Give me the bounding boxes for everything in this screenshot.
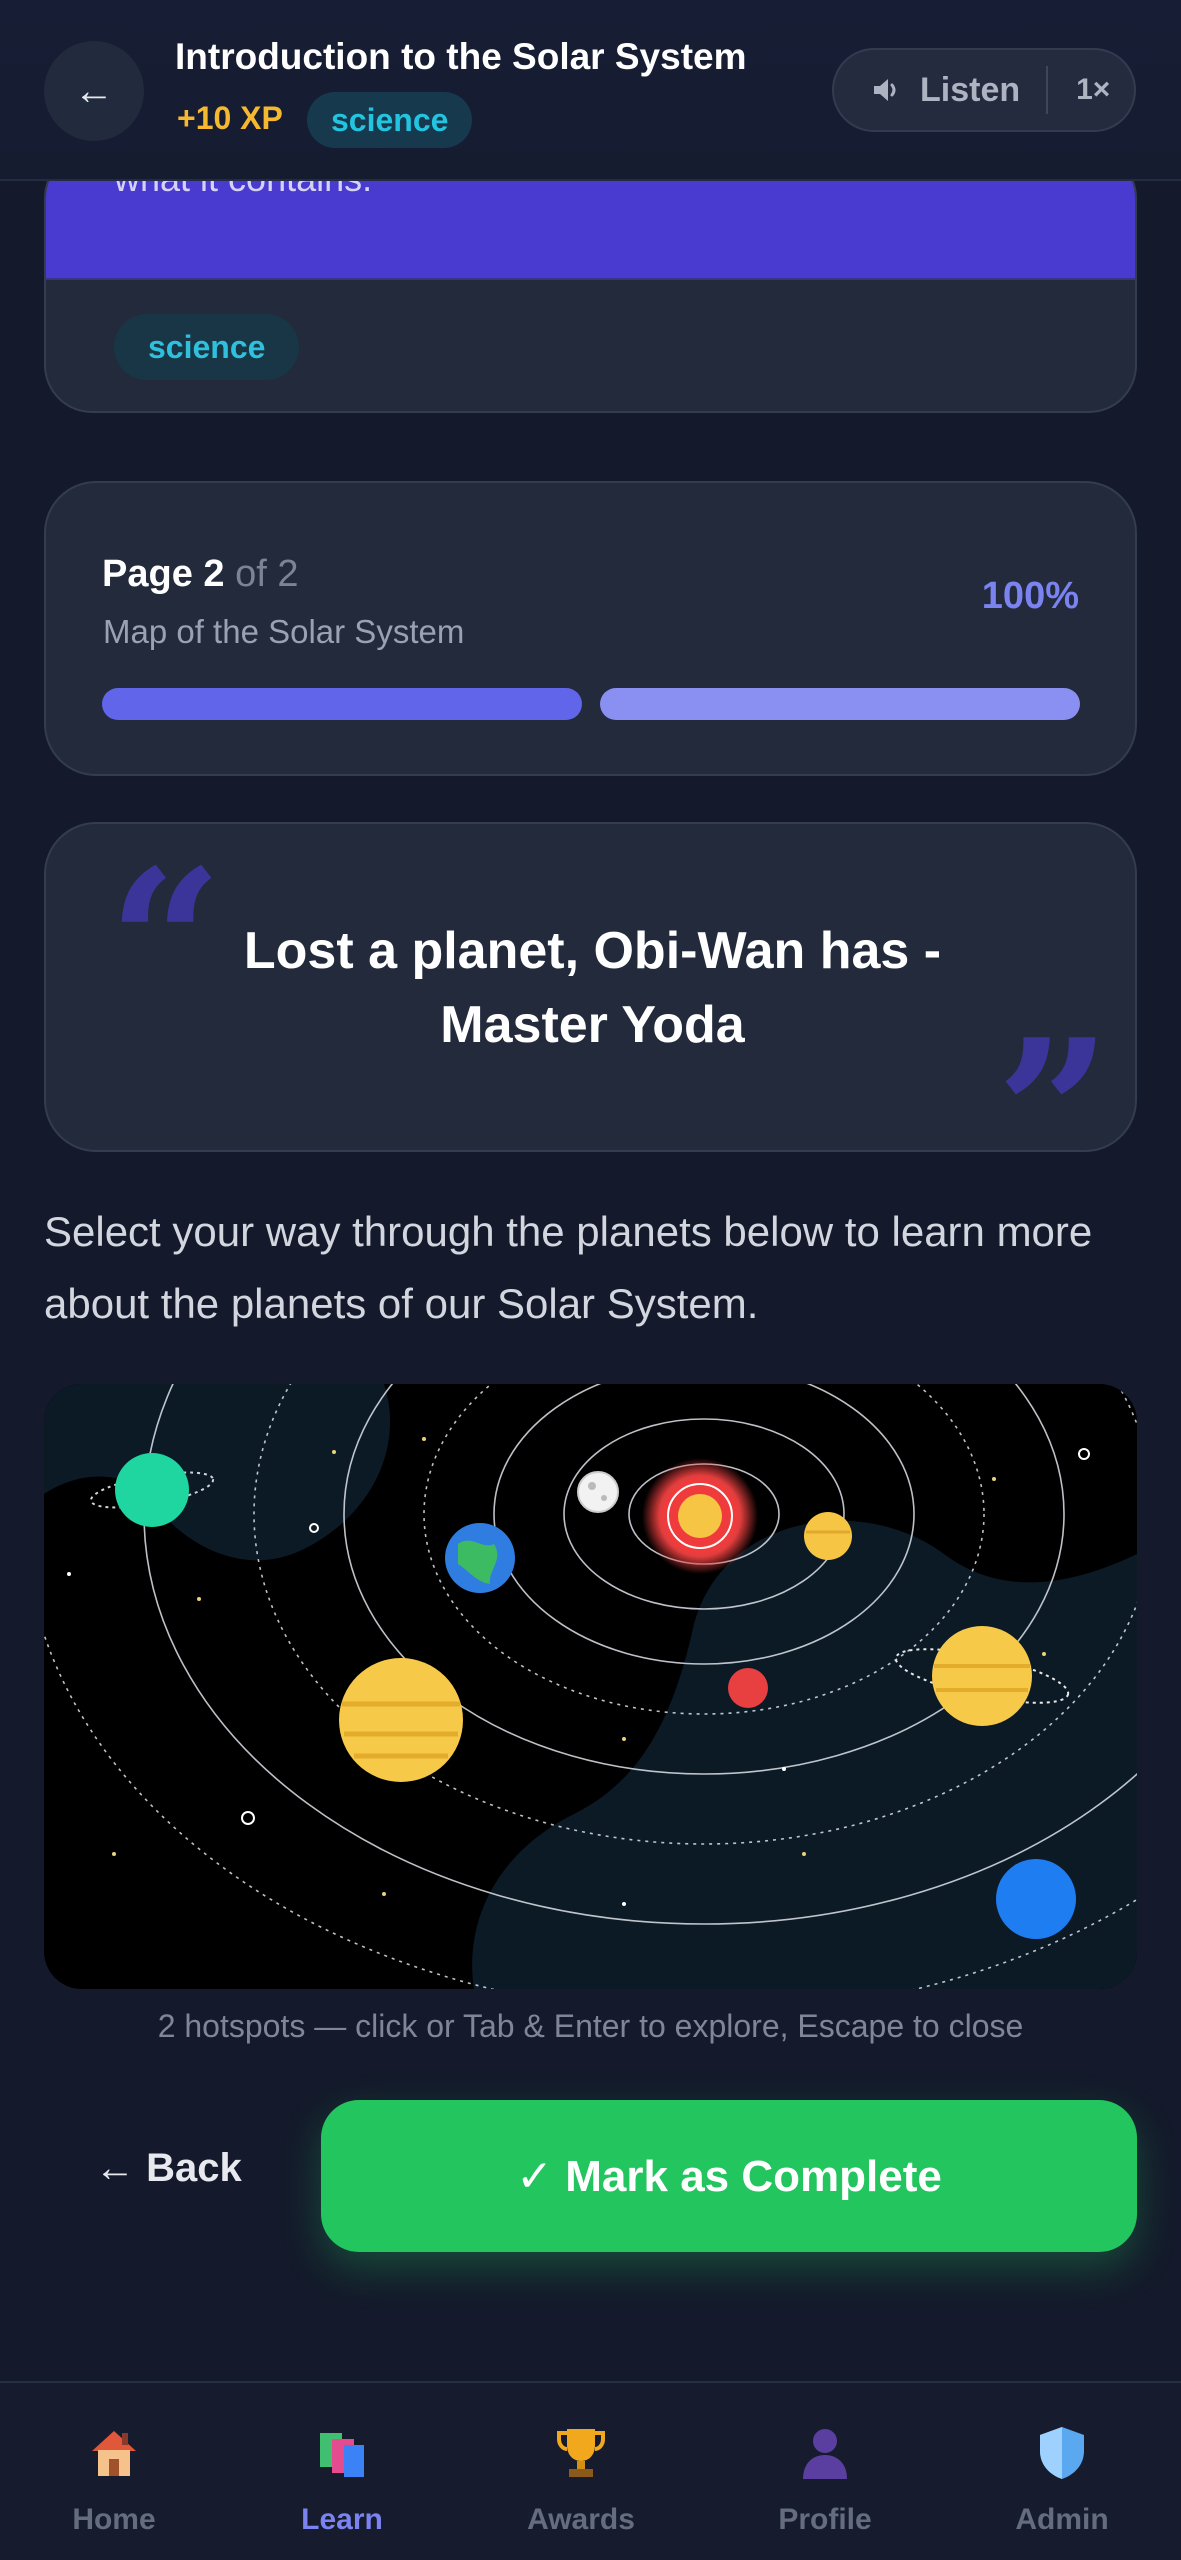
progress-percent: 100%	[981, 575, 1079, 617]
solar-system-illustration	[44, 1384, 1137, 1989]
solar-system-map[interactable]	[44, 1384, 1137, 1989]
speaker-icon	[874, 79, 896, 101]
shield-icon	[1040, 2427, 1084, 2479]
planet-mercury[interactable]	[577, 1471, 619, 1513]
back-arrow-button[interactable]: ←	[44, 41, 144, 141]
planet-saturn[interactable]	[932, 1626, 1032, 1726]
page-subtitle: Map of the Solar System	[103, 613, 465, 650]
planet-jupiter[interactable]	[339, 1658, 463, 1782]
intro-paragraph: Select your way through the planets belo…	[44, 1208, 1093, 1327]
app-header: ← Introduction to the Solar System +10 X…	[0, 0, 1181, 181]
nav-label-learn: Learn	[301, 2503, 383, 2536]
home-icon	[92, 2431, 136, 2476]
bottom-navigation: Home Learn Awards Profile Admin	[0, 2381, 1181, 2560]
page-number: Page 2	[102, 553, 225, 595]
page-indicator: Page 2 of 2	[102, 553, 298, 596]
quote-card: “ Lost a planet, Obi-Wan has - Master Yo…	[44, 822, 1137, 1214]
nav-item-learn[interactable]: Learn	[252, 2383, 432, 2560]
progress-segment-1	[102, 688, 582, 720]
speed-button[interactable]: 1×	[1076, 73, 1110, 107]
arrow-left-icon: ←	[74, 68, 114, 113]
nav-label-home: Home	[72, 2503, 156, 2536]
listen-button[interactable]: Listen	[920, 71, 1020, 110]
listen-control: Listen 1×	[832, 48, 1136, 132]
trophy-icon	[557, 2429, 605, 2477]
back-button[interactable]: ← Back	[95, 2146, 242, 2191]
nav-label-admin: Admin	[1015, 2503, 1109, 2536]
planet-mars[interactable]	[728, 1668, 768, 1708]
nav-item-admin[interactable]: Admin	[972, 2383, 1152, 2560]
mark-complete-button[interactable]: ✓ Mark as Complete	[321, 2100, 1137, 2252]
quote-text: Lost a planet, Obi-Wan has - Master Yoda	[126, 914, 1059, 1062]
hotspot-hint: 2 hotspots — click or Tab & Enter to exp…	[157, 2008, 1024, 2044]
books-icon	[320, 2433, 364, 2477]
nav-item-awards[interactable]: Awards	[491, 2383, 671, 2560]
progress-segment-2	[600, 688, 1080, 720]
close-quote-icon: ”	[996, 996, 1112, 1231]
planet-uranus[interactable]	[115, 1453, 189, 1527]
page-total: of 2	[235, 553, 299, 595]
nav-label-profile: Profile	[778, 2503, 872, 2536]
xp-reward: +10 XP	[177, 100, 283, 136]
nav-label-awards: Awards	[527, 2503, 635, 2536]
user-icon	[803, 2429, 847, 2479]
card-tag: science	[114, 314, 300, 380]
nav-item-profile[interactable]: Profile	[735, 2383, 915, 2560]
planet-neptune[interactable]	[996, 1859, 1076, 1939]
page-progress-card: Page 2 of 2 Map of the Solar System 100%	[44, 481, 1137, 776]
listen-divider	[1046, 66, 1049, 114]
lesson-title: Introduction to the Solar System	[175, 36, 747, 77]
nav-item-home[interactable]: Home	[24, 2383, 204, 2560]
subject-tag: science	[307, 92, 473, 148]
planet-venus[interactable]	[804, 1512, 852, 1560]
lesson-intro-card: what it contains. science	[44, 150, 1137, 413]
quote-line-1: Lost a planet, Obi-Wan has -	[243, 922, 942, 980]
quote-line-2: Master Yoda	[440, 996, 745, 1054]
